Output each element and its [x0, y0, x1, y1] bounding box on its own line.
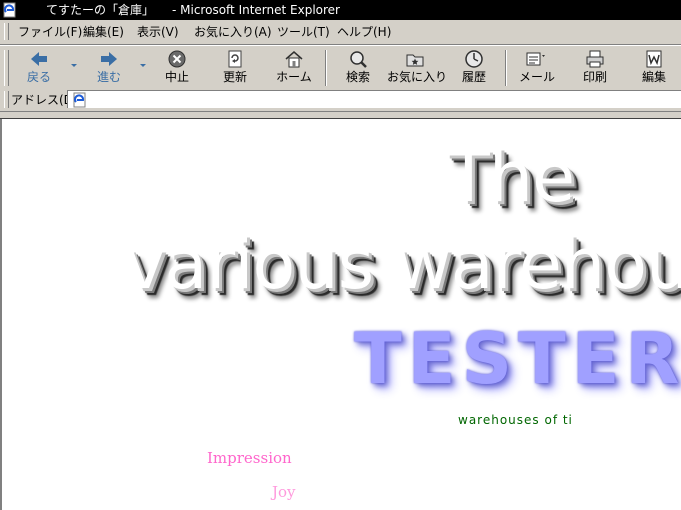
mail-icon: [526, 52, 545, 66]
menu-file[interactable]: ファイル(F): [18, 24, 82, 40]
ie-page-icon[interactable]: [2, 2, 18, 18]
favorites-folder-icon: [406, 54, 424, 67]
menu-tools[interactable]: ツール(T): [277, 24, 330, 40]
toolbar-bottom-edge: [0, 112, 681, 119]
word-edit-icon: [646, 50, 662, 68]
stop-button[interactable]: 中止: [160, 49, 194, 87]
menu-help[interactable]: ヘルプ(H): [337, 24, 391, 40]
link-joy[interactable]: Joy: [272, 483, 296, 501]
refresh-icon: [228, 50, 242, 68]
printer-icon: [586, 50, 604, 68]
print-button[interactable]: 印刷: [578, 49, 612, 87]
search-icon: [350, 51, 367, 68]
mail-button[interactable]: メール: [518, 49, 556, 87]
history-icon: [465, 50, 483, 68]
forward-dropdown-icon[interactable]: [140, 64, 146, 67]
history-button[interactable]: 履歴: [457, 49, 491, 87]
subtitle-warehouses: warehouses of ti: [458, 413, 573, 427]
home-icon: [285, 51, 303, 68]
edit-button[interactable]: 編集: [637, 49, 671, 87]
refresh-button[interactable]: 更新: [218, 49, 252, 87]
heading-tester: TESTER: [354, 318, 681, 400]
home-button[interactable]: ホーム: [274, 49, 314, 87]
toolbar-separator: [325, 50, 327, 86]
menu-favorites[interactable]: お気に入り(A): [194, 24, 272, 40]
standard-toolbar: 戻る 進む 中止 更新 ホーム 検索 お気に入り 履歴 メール 印刷 編集: [0, 45, 681, 90]
favorites-button[interactable]: お気に入り: [387, 49, 447, 87]
page-viewport: The various warehous TESTER warehouses o…: [0, 119, 681, 510]
window-title: てすたーの「倉庫」 - Microsoft Internet Explorer: [46, 3, 340, 17]
menu-edit[interactable]: 編集(E): [83, 24, 124, 40]
toolbar-separator: [505, 50, 507, 86]
menu-bar: ファイル(F) 編集(E) 表示(V) お気に入り(A) ツール(T) ヘルプ(…: [0, 20, 681, 45]
link-impression[interactable]: Impression: [207, 449, 292, 467]
stop-icon: [168, 50, 186, 68]
heading-various-warehouses: various warehous: [124, 223, 681, 305]
title-bar: てすたーの「倉庫」 - Microsoft Internet Explorer: [0, 0, 681, 20]
toolbar-grip[interactable]: [4, 50, 9, 86]
page-icon: [73, 92, 86, 108]
back-arrow-icon: [31, 52, 47, 66]
forward-button[interactable]: 進む: [92, 49, 126, 87]
back-dropdown-icon[interactable]: [71, 64, 77, 67]
heading-the: The: [447, 136, 575, 218]
address-bar: アドレス(D): [0, 89, 681, 112]
search-button[interactable]: 検索: [341, 49, 375, 87]
forward-arrow-icon: [101, 52, 117, 66]
menu-view[interactable]: 表示(V): [137, 24, 179, 40]
address-bar-grip[interactable]: [4, 91, 9, 108]
back-button[interactable]: 戻る: [22, 49, 56, 87]
menu-bar-grip[interactable]: [4, 23, 9, 40]
address-input[interactable]: [67, 90, 681, 108]
